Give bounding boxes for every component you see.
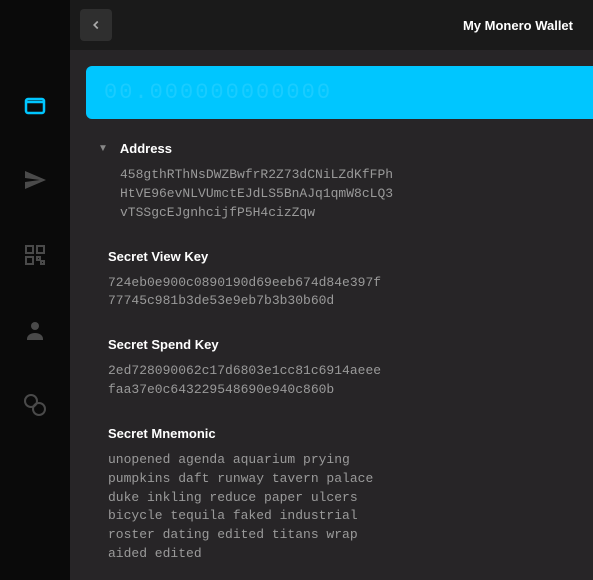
nav-send-icon[interactable] (15, 160, 55, 200)
sidebar (0, 0, 70, 580)
address-label: Address (120, 141, 172, 156)
balance-display: 00.000000000000 (86, 66, 593, 119)
spendkey-section: Secret Spend Key 2ed728090062c17d6803e1c… (86, 337, 593, 400)
mnemonic-section: Secret Mnemonic unopened agenda aquarium… (86, 426, 593, 564)
page-title: My Monero Wallet (463, 18, 573, 33)
address-value: 458gthRThNsDWZBwfrR2Z73dCNiLZdKfFPh HtVE… (98, 166, 593, 223)
mnemonic-label: Secret Mnemonic (108, 426, 593, 441)
viewkey-section: Secret View Key 724eb0e900c0890190d69eeb… (86, 249, 593, 312)
balance-value: 00.000000000000 (104, 80, 332, 105)
main-panel: My Monero Wallet 00.000000000000 ▼ Addre… (70, 0, 593, 580)
spendkey-label: Secret Spend Key (108, 337, 593, 352)
nav-wallet-icon[interactable] (15, 85, 55, 125)
back-button[interactable] (80, 9, 112, 41)
content-area: 00.000000000000 ▼ Address 458gthRThNsDWZ… (70, 50, 593, 580)
viewkey-value: 724eb0e900c0890190d69eeb674d84e397f 7774… (108, 274, 593, 312)
address-section: ▼ Address 458gthRThNsDWZBwfrR2Z73dCNiLZd… (86, 141, 593, 223)
spendkey-value: 2ed728090062c17d6803e1cc81c6914aeee faa3… (108, 362, 593, 400)
nav-contacts-icon[interactable] (15, 310, 55, 350)
nav-exchange-icon[interactable] (15, 385, 55, 425)
viewkey-label: Secret View Key (108, 249, 593, 264)
nav-qr-icon[interactable] (15, 235, 55, 275)
collapse-toggle-icon[interactable]: ▼ (98, 143, 108, 154)
mnemonic-value: unopened agenda aquarium prying pumpkins… (108, 451, 593, 564)
header-bar: My Monero Wallet (70, 0, 593, 50)
